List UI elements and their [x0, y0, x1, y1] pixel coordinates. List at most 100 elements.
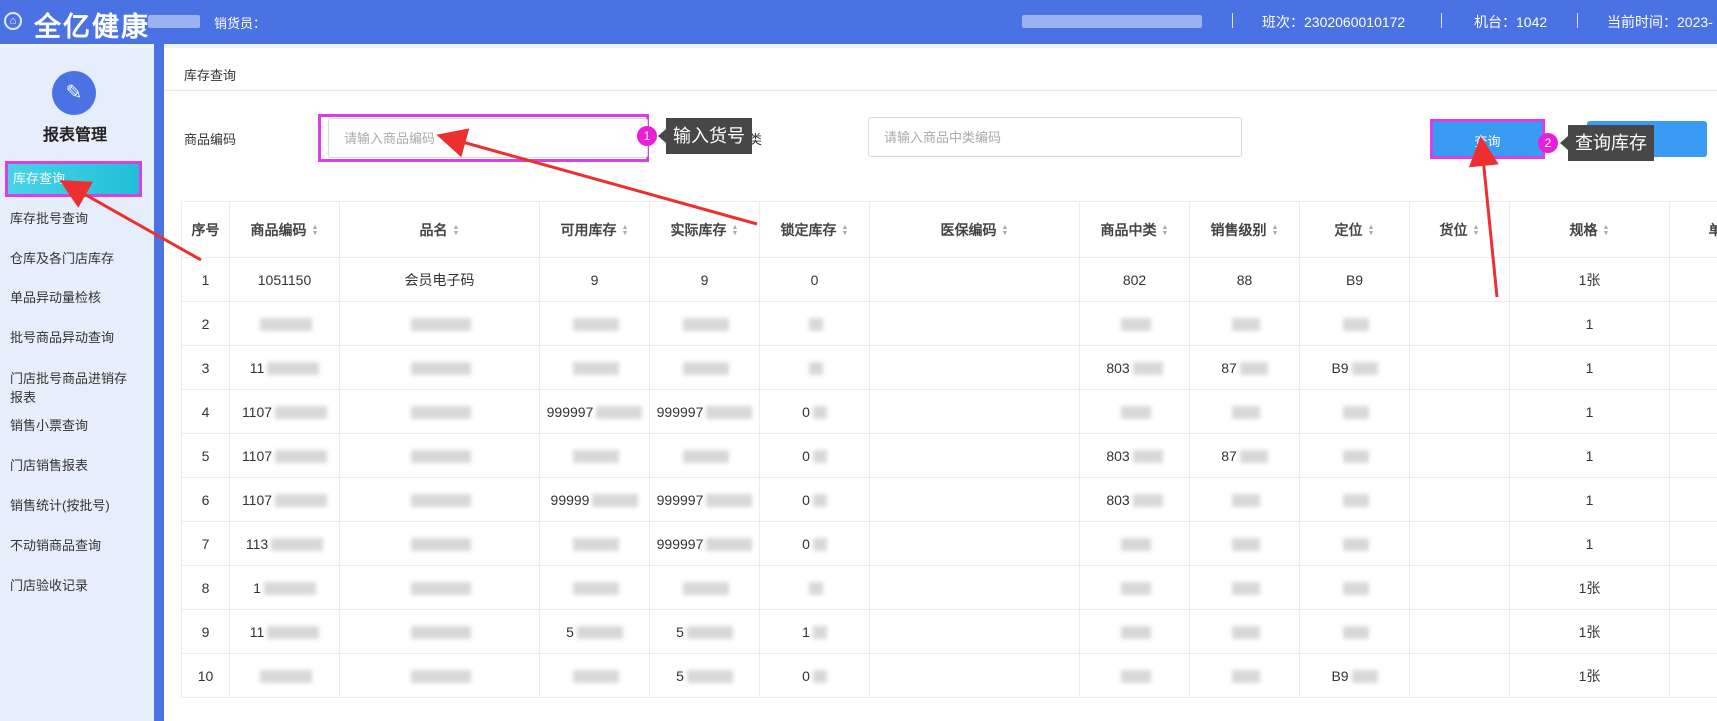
column-header-label: 定位 [1334, 221, 1363, 238]
cell-value: 0 [810, 271, 819, 288]
table-cell [869, 433, 1080, 478]
cell-value: 803 [1106, 359, 1130, 376]
table-cell: 个 [1669, 433, 1717, 478]
sort-icon[interactable]: ▲ ▼ [1368, 224, 1375, 237]
sort-icon[interactable]: ▲ ▼ [732, 224, 739, 237]
table-cell: 999997 [649, 521, 760, 566]
column-header[interactable]: 定位 ▲ ▼ [1299, 201, 1410, 258]
table-row[interactable]: 4 1107 999997 999997 0 1 个 [181, 389, 1717, 434]
table-row[interactable]: 8 1 1张 张 [181, 565, 1717, 610]
table-cell: 0 [759, 521, 870, 566]
table-cell [649, 565, 760, 610]
sidebar-item-batch-anomaly[interactable]: 批号商品异动查询 [10, 330, 114, 346]
table-row[interactable]: 5 1107 0 803 87 1 个 [181, 433, 1717, 478]
cell-value: 1 [1585, 315, 1594, 332]
sort-icon[interactable]: ▲ ▼ [1603, 224, 1610, 237]
sort-icon[interactable]: ▲ ▼ [453, 224, 460, 237]
table-cell [1299, 433, 1410, 478]
sidebar-item-warehouse-stores[interactable]: 仓库及各门店库存 [10, 251, 114, 267]
current-time: 当前时间：2023- [1607, 14, 1713, 30]
sort-icon[interactable]: ▲ ▼ [1473, 224, 1480, 237]
brand-logo: 全亿健康 [34, 12, 150, 42]
sidebar-item-receiving-records[interactable]: 门店验收记录 [10, 578, 88, 594]
column-header[interactable]: 单位▲▼ [1669, 201, 1717, 258]
table-cell [229, 653, 340, 698]
redacted-value [411, 670, 471, 684]
column-header[interactable]: 规格 ▲ ▼ [1509, 201, 1670, 258]
redacted-value [1343, 318, 1369, 332]
redacted-value [1121, 582, 1151, 596]
sort-icon[interactable]: ▲ ▼ [1002, 224, 1009, 237]
table-row[interactable]: 1 1051150 会员电子码 9 9 0 802 88 B9 1张 张 [181, 257, 1717, 302]
sidebar-item-batch-inventory[interactable]: 库存批号查询 [10, 211, 88, 227]
sort-icon[interactable]: ▲ ▼ [1272, 224, 1279, 237]
table-cell [869, 345, 1080, 390]
table-cell: 1 [1509, 433, 1670, 478]
table-cell [339, 653, 540, 698]
table-cell [1299, 477, 1410, 522]
redacted-value [686, 670, 733, 684]
table-row[interactable]: 2 1 个 [181, 301, 1717, 346]
table-cell: 1107 [229, 389, 340, 434]
table-cell: 999997 [649, 477, 760, 522]
column-header[interactable]: 商品中类 ▲ ▼ [1079, 201, 1190, 258]
cell-value: 1 [802, 623, 810, 640]
sidebar-item-store-sales[interactable]: 门店销售报表 [10, 458, 88, 474]
sidebar-item-store-batch-report[interactable]: 门店批号商品进销存 [10, 371, 127, 387]
column-header[interactable]: 序号 [181, 201, 230, 258]
column-header[interactable]: 可用库存 ▲ ▼ [539, 201, 650, 258]
table-cell [869, 301, 1080, 346]
column-header[interactable]: 销售级别 ▲ ▼ [1189, 201, 1300, 258]
top-header: ⌂ 全亿健康 销货员： 班次：2302060010172 机台：1042 当前时… [0, 0, 1717, 44]
table-cell: 6 [181, 477, 230, 522]
table-cell [1409, 609, 1510, 654]
table-row[interactable]: 7 113 999997 0 1 个 [181, 521, 1717, 566]
table-cell [1409, 521, 1510, 566]
sort-icon[interactable]: ▲ ▼ [622, 224, 629, 237]
sort-icon[interactable]: ▲ ▼ [312, 224, 319, 237]
cell-value: 8 [201, 579, 210, 596]
sidebar-item-receipts[interactable]: 销售小票查询 [10, 418, 88, 434]
redacted-value [1239, 450, 1268, 464]
column-header[interactable]: 货位 ▲ ▼ [1409, 201, 1510, 258]
table-cell: 5 [539, 609, 650, 654]
sidebar-item-slow-moving[interactable]: 不动销商品查询 [10, 538, 101, 554]
column-header[interactable]: 锁定库存 ▲ ▼ [759, 201, 870, 258]
table-row[interactable]: 9 11 5 5 1 1张 张 [181, 609, 1717, 654]
table-cell: 1 [229, 565, 340, 610]
sidebar-item-store-batch-report-cont[interactable]: 报表 [10, 390, 36, 406]
column-header[interactable]: 医保编码 ▲ ▼ [869, 201, 1080, 258]
table-cell [1409, 345, 1510, 390]
sort-icon[interactable]: ▲ ▼ [1162, 224, 1169, 237]
column-header[interactable]: 商品编码 ▲ ▼ [229, 201, 340, 258]
cell-value: 9 [700, 271, 709, 288]
table-row[interactable]: 10 5 0 B9 1张 张 [181, 653, 1717, 698]
column-header[interactable]: 实际库存 ▲ ▼ [649, 201, 760, 258]
sidebar-item-sales-by-batch[interactable]: 销售统计(按批号) [10, 498, 110, 514]
sidebar-item-anomaly-check[interactable]: 单品异动量检核 [10, 290, 101, 306]
table-row[interactable]: 6 1107 99999 999997 0 803 1 个 [181, 477, 1717, 522]
cell-value: 11 [249, 359, 265, 376]
cell-value: 9 [590, 271, 599, 288]
redacted-value [573, 450, 619, 464]
redacted-value [596, 406, 643, 420]
table-cell: 1张 [1509, 609, 1670, 654]
category-input[interactable] [868, 117, 1242, 157]
table-cell: 5 [649, 653, 760, 698]
redacted-value [1121, 626, 1151, 640]
product-code-input[interactable] [328, 118, 648, 158]
home-icon[interactable]: ⌂ [4, 12, 22, 30]
sort-icon[interactable]: ▲ ▼ [842, 224, 849, 237]
sidebar-item-inventory-query[interactable]: 库存查询 [5, 161, 142, 197]
redacted-value [1343, 582, 1369, 596]
query-button[interactable]: 查询 [1430, 119, 1545, 159]
table-row[interactable]: 3 11 803 87 B9 1 个 [181, 345, 1717, 390]
table-cell [1189, 609, 1300, 654]
column-header[interactable]: 品名 ▲ ▼ [339, 201, 540, 258]
table-cell: 1张 [1509, 565, 1670, 610]
table-cell: 4 [181, 389, 230, 434]
table-cell [1299, 565, 1410, 610]
table-cell [1189, 653, 1300, 698]
table-cell [1079, 565, 1190, 610]
cell-value: 0 [802, 535, 810, 552]
